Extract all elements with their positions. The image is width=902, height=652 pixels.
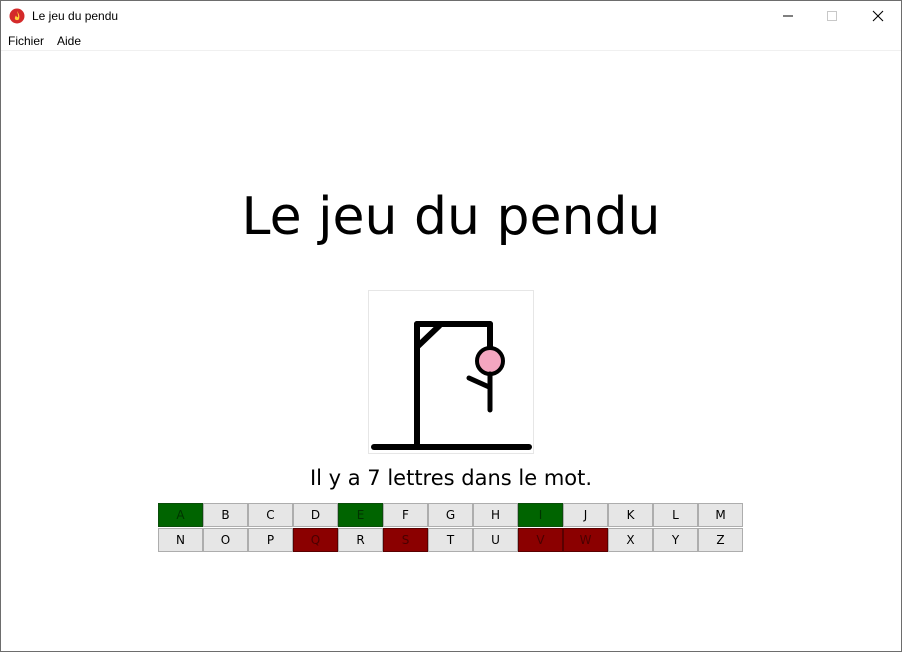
keyboard-row-1: A B C D E F G H I J K L M [158, 503, 744, 527]
key-e[interactable]: E [338, 503, 383, 527]
window-title: Le jeu du pendu [32, 9, 119, 23]
key-g[interactable]: G [428, 503, 473, 527]
key-t[interactable]: T [428, 528, 473, 552]
hangman-head [475, 346, 505, 376]
gallows-brace [414, 323, 442, 350]
key-i[interactable]: I [518, 503, 563, 527]
key-p[interactable]: P [248, 528, 293, 552]
hangman-drawing [371, 321, 532, 450]
key-d[interactable]: D [293, 503, 338, 527]
key-c[interactable]: C [248, 503, 293, 527]
close-button[interactable] [855, 1, 901, 31]
key-b[interactable]: B [203, 503, 248, 527]
key-y[interactable]: Y [653, 528, 698, 552]
key-v[interactable]: V [518, 528, 563, 552]
hangman-arm-left [466, 375, 492, 390]
key-m[interactable]: M [698, 503, 743, 527]
key-z[interactable]: Z [698, 528, 743, 552]
key-l[interactable]: L [653, 503, 698, 527]
menu-fichier[interactable]: Fichier [8, 34, 44, 48]
app-window: Le jeu du pendu Fichier Aide Le jeu du p… [0, 0, 902, 652]
maximize-button[interactable] [809, 1, 855, 31]
maximize-icon [827, 11, 837, 21]
key-o[interactable]: O [203, 528, 248, 552]
menu-aide[interactable]: Aide [57, 34, 81, 48]
hangman-canvas [368, 290, 534, 454]
close-icon [872, 10, 884, 22]
flame-icon [9, 8, 25, 24]
key-x[interactable]: X [608, 528, 653, 552]
key-q[interactable]: Q [293, 528, 338, 552]
key-h[interactable]: H [473, 503, 518, 527]
keyboard-row-2: N O P Q R S T U V W X Y Z [158, 528, 744, 552]
key-j[interactable]: J [563, 503, 608, 527]
title-bar[interactable]: Le jeu du pendu [1, 1, 901, 31]
key-k[interactable]: K [608, 503, 653, 527]
key-w[interactable]: W [563, 528, 608, 552]
key-n[interactable]: N [158, 528, 203, 552]
letter-keyboard: A B C D E F G H I J K L M N O P Q R S T … [158, 503, 744, 553]
menu-bar: Fichier Aide [1, 31, 901, 51]
game-title: Le jeu du pendu [241, 187, 661, 247]
key-u[interactable]: U [473, 528, 518, 552]
word-length-status: Il y a 7 lettres dans le mot. [309, 466, 593, 490]
key-f[interactable]: F [383, 503, 428, 527]
key-s[interactable]: S [383, 528, 428, 552]
minimize-icon [783, 15, 793, 17]
key-r[interactable]: R [338, 528, 383, 552]
gallows-structure [371, 321, 532, 450]
key-a[interactable]: A [158, 503, 203, 527]
minimize-button[interactable] [765, 1, 811, 31]
